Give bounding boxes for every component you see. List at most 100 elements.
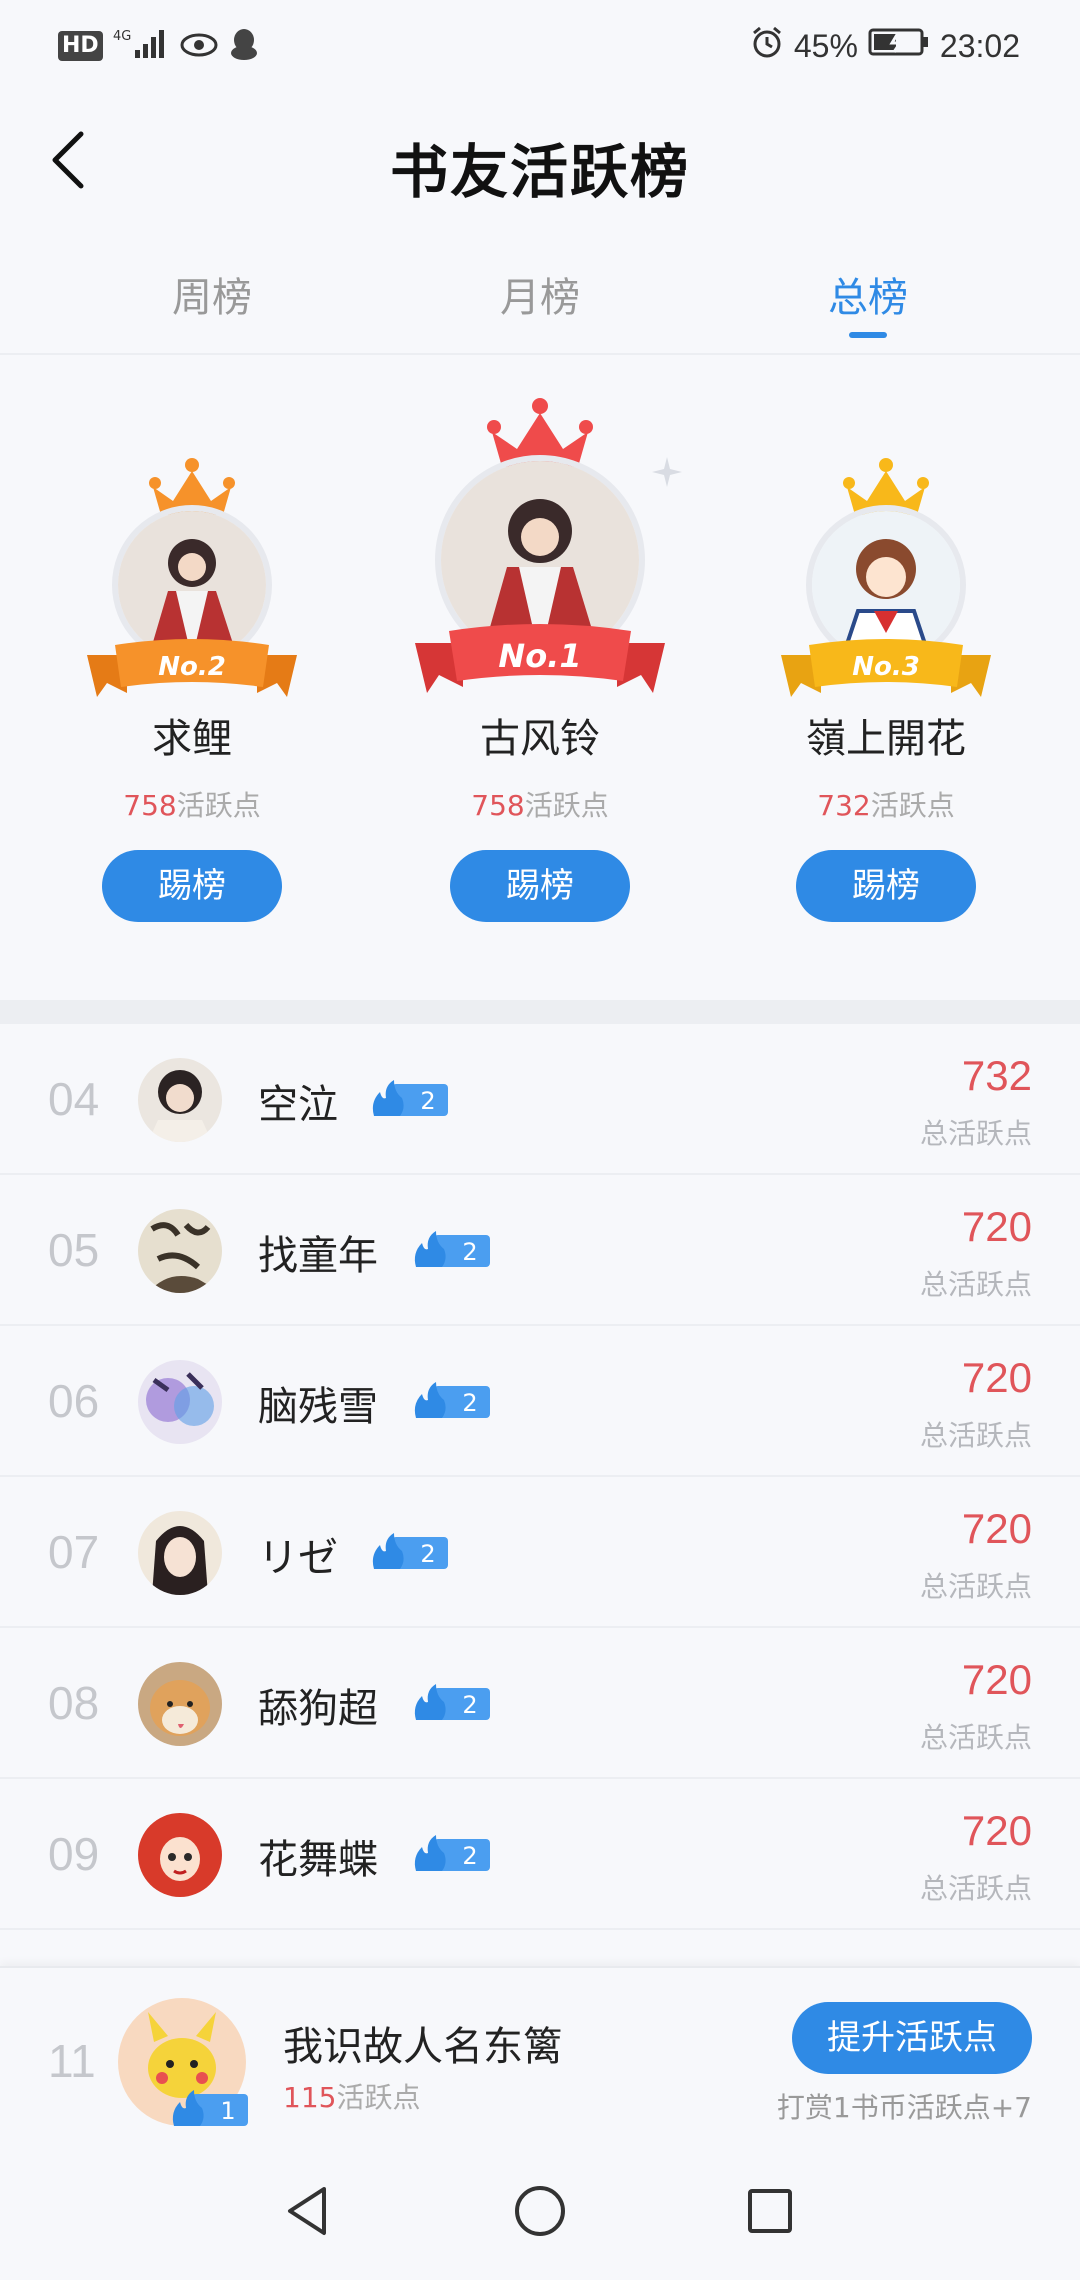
svg-text:No.1: No.1	[498, 637, 581, 675]
total-points-label: 总活跃点	[919, 1872, 1032, 1905]
user-name: 花舞蝶	[258, 1837, 378, 1883]
section-divider	[0, 1000, 1080, 1024]
svg-text:2: 2	[462, 1238, 477, 1266]
status-bar: HD 4G 45% 23:02	[0, 0, 1080, 95]
clock-time: 23:02	[939, 27, 1020, 64]
alarm-icon	[750, 25, 784, 67]
user-name: 找童年	[258, 1233, 378, 1279]
podium-points: 732活跃点	[817, 789, 955, 822]
svg-text:1: 1	[220, 2097, 235, 2125]
battery-icon	[868, 27, 930, 65]
rank-ribbon: No.1	[415, 624, 665, 693]
podium-rank-1: No.1 古风铃 758活跃点 踢榜	[390, 397, 690, 922]
svg-text:2: 2	[420, 1540, 435, 1568]
my-points: 115活跃点	[283, 2081, 421, 2114]
avatar[interactable]	[138, 1058, 222, 1142]
nav-home-button[interactable]	[505, 2176, 575, 2246]
rank-number: 06	[48, 1375, 100, 1427]
total-points-label: 总活跃点	[919, 1268, 1032, 1301]
podium-name: 求鲤	[152, 716, 232, 762]
avatar[interactable]	[138, 1813, 222, 1897]
square-recents-icon	[748, 2189, 792, 2233]
tab-overall[interactable]: 总榜	[768, 265, 968, 323]
nav-recents-button[interactable]	[735, 2176, 805, 2246]
level-badge: 2	[372, 1080, 448, 1116]
podium-name: 嶺上開花	[806, 716, 966, 762]
podium: No.2 求鲤 758活跃点 踢榜 No.1 古风铃 758活跃点 踢榜 No.…	[0, 357, 1080, 997]
rank-number: 09	[48, 1828, 100, 1880]
total-points: 720	[961, 1505, 1032, 1552]
rank-number: 07	[48, 1526, 100, 1578]
kick-button[interactable]: 踢榜	[796, 850, 976, 922]
rank-ribbon: No.3	[781, 639, 991, 697]
total-points: 720	[961, 1807, 1032, 1854]
circle-home-icon	[515, 2186, 565, 2236]
list-item[interactable]: 07 リゼ 2 720 总活跃点	[0, 1477, 1080, 1628]
svg-text:No.2: No.2	[158, 652, 226, 682]
podium-name: 古风铃	[480, 716, 600, 762]
header: 书友活跃榜	[0, 95, 1080, 235]
total-points-label: 总活跃点	[919, 1419, 1032, 1452]
kick-button[interactable]: 踢榜	[102, 850, 282, 922]
level-badge: 2	[414, 1382, 490, 1418]
tab-weekly[interactable]: 周榜	[112, 265, 312, 323]
svg-text:2: 2	[462, 1842, 477, 1870]
sparkle-icon	[652, 457, 682, 487]
user-name: リゼ	[258, 1535, 338, 1581]
avatar[interactable]	[138, 1662, 222, 1746]
triangle-back-icon	[288, 2187, 326, 2235]
my-rank-bar: 11 1 我识故人名东篱 115活跃点 提升活跃点 打赏1书币活跃点+7	[0, 1966, 1080, 2136]
user-name: 舔狗超	[258, 1686, 378, 1732]
status-left: HD 4G	[58, 24, 259, 68]
total-points-label: 总活跃点	[919, 1721, 1032, 1754]
eye-icon	[179, 29, 219, 63]
avatar[interactable]	[138, 1209, 222, 1293]
svg-text:4G: 4G	[113, 29, 131, 44]
avatar[interactable]	[138, 1360, 222, 1444]
my-name: 我识故人名东篱	[283, 2024, 563, 2070]
system-nav-bar	[0, 2136, 1080, 2280]
status-right: 45% 23:02	[750, 24, 1020, 68]
list-item[interactable]: 06 脑残雪 2 720 总活跃点	[0, 1326, 1080, 1477]
svg-text:No.3: No.3	[852, 652, 920, 682]
signal-icon: 4G	[113, 26, 169, 66]
podium-rank-3: No.3 嶺上開花 732活跃点 踢榜	[736, 457, 1036, 922]
svg-text:2: 2	[462, 1389, 477, 1417]
rank-list: 04 空泣 2 732 总活跃点 05 找童年 2 720 总活跃点 06 脑残…	[0, 1024, 1080, 1930]
podium-points: 758活跃点	[123, 789, 261, 822]
tab-bar: 周榜 月榜 总榜	[0, 240, 1080, 355]
kick-button[interactable]: 踢榜	[450, 850, 630, 922]
avatar-frame: No.3	[736, 457, 1036, 702]
total-points-label: 总活跃点	[919, 1117, 1032, 1150]
svg-text:2: 2	[420, 1087, 435, 1115]
qq-icon	[229, 27, 259, 65]
rank-number: 04	[48, 1073, 100, 1125]
avatar[interactable]	[138, 1511, 222, 1595]
boost-activity-button[interactable]: 提升活跃点	[792, 2002, 1032, 2074]
rank-ribbon: No.2	[87, 639, 297, 697]
level-badge: 2	[372, 1533, 448, 1569]
tab-indicator	[849, 332, 887, 338]
tab-monthly[interactable]: 月榜	[440, 265, 640, 323]
podium-rank-2: No.2 求鲤 758活跃点 踢榜	[42, 457, 342, 922]
user-name: 脑残雪	[258, 1384, 378, 1430]
level-badge: 2	[414, 1231, 490, 1267]
rank-number: 08	[48, 1677, 100, 1729]
level-badge: 2	[414, 1835, 490, 1871]
nav-back-button[interactable]	[273, 2176, 343, 2246]
my-rank-number: 11	[48, 2035, 96, 2087]
page-title: 书友活跃榜	[389, 138, 690, 206]
battery-percent: 45%	[793, 27, 858, 64]
list-item[interactable]: 05 找童年 2 720 总活跃点	[0, 1175, 1080, 1326]
list-item[interactable]: 04 空泣 2 732 总活跃点	[0, 1024, 1080, 1175]
total-points: 720	[961, 1203, 1032, 1250]
total-points: 720	[961, 1354, 1032, 1401]
my-level-badge: 1	[172, 2090, 248, 2126]
total-points: 720	[961, 1656, 1032, 1703]
list-item[interactable]: 09 花舞蝶 2 720 总活跃点	[0, 1779, 1080, 1930]
avatar-frame: No.1	[390, 397, 690, 702]
user-name: 空泣	[258, 1082, 338, 1128]
list-item[interactable]: 08 舔狗超 2 720 总活跃点	[0, 1628, 1080, 1779]
rank-number: 05	[48, 1224, 100, 1276]
reward-hint: 打赏1书币活跃点+7	[776, 2091, 1032, 2124]
